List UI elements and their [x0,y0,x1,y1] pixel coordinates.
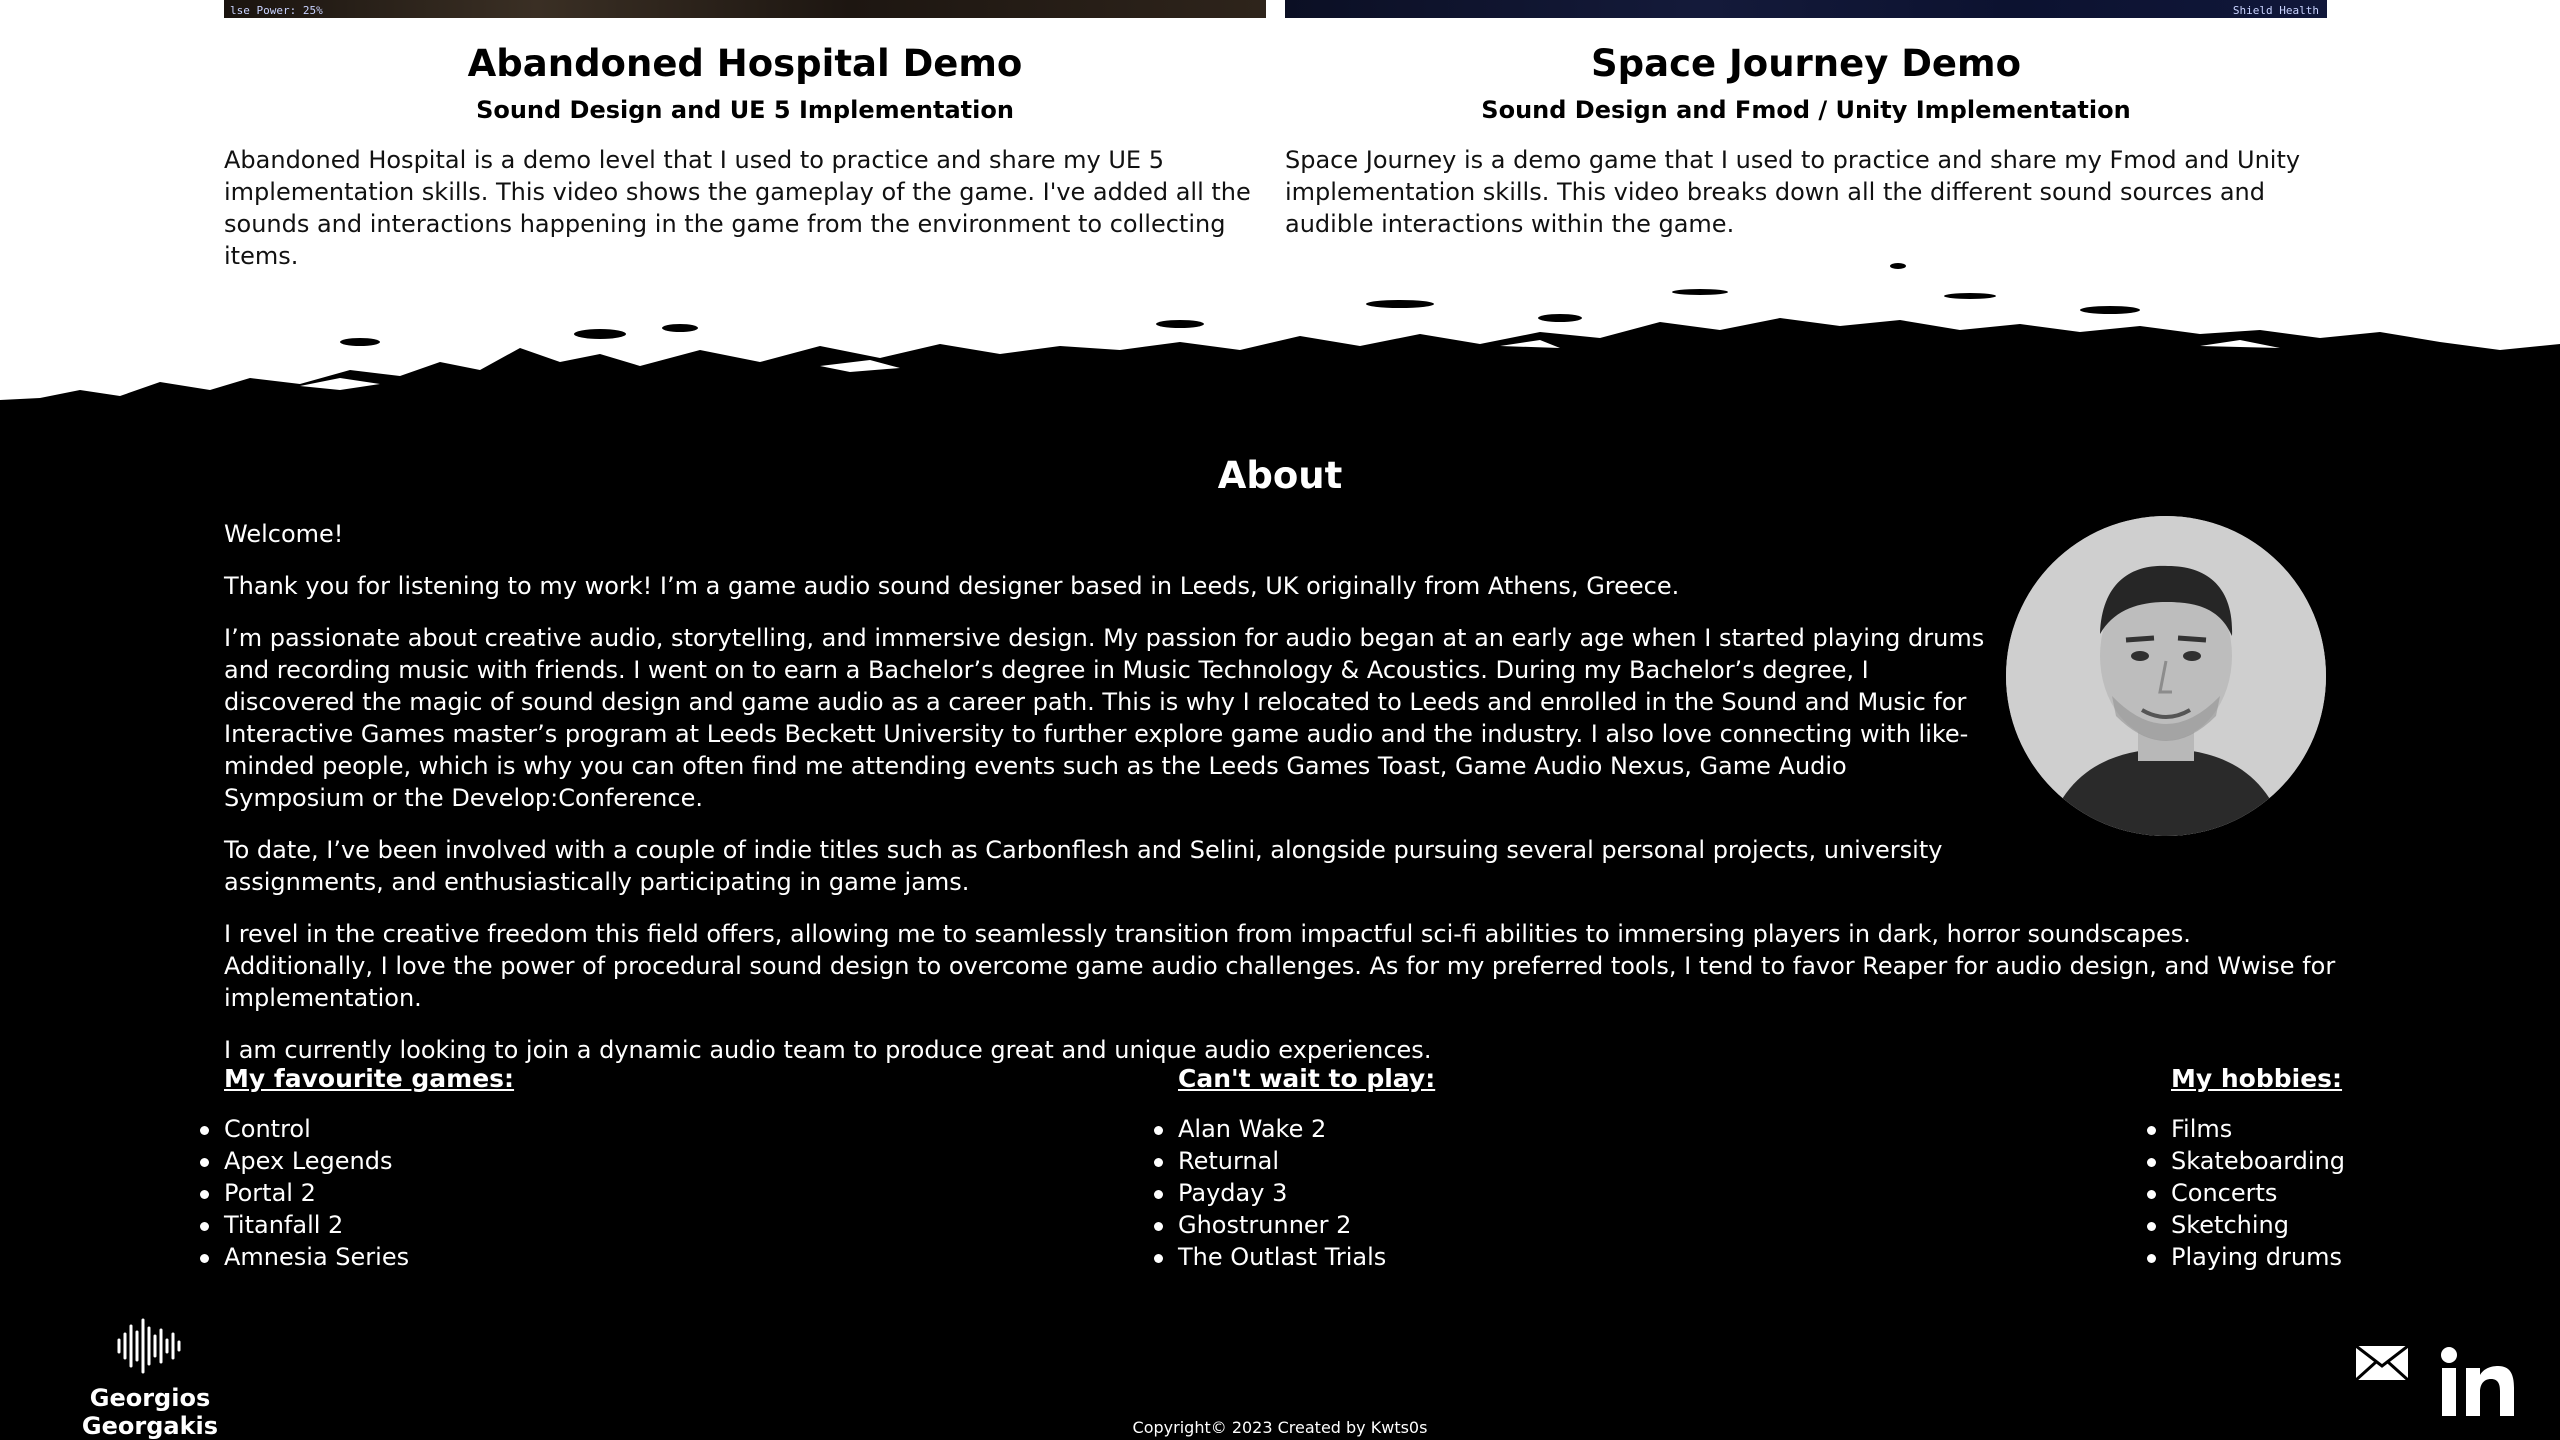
list-item: Payday 3 [1153,1177,1435,1209]
project-video-player[interactable]: Shield Health [1285,0,2327,18]
project-description: Space Journey is a demo game that I used… [1285,146,2301,239]
list-heading: My favourite games: [224,1064,515,1093]
profile-photo [2006,516,2326,836]
about-paragraph: Welcome! [224,520,344,548]
about-paragraph: To date, I’ve been involved with a coupl… [224,836,1943,896]
list-item: Playing drums [2146,1241,2345,1273]
project-card-space-journey: Shield Health Space Journey Demo Sound D… [1285,0,2327,240]
list-item: Skateboarding [2146,1147,2346,1175]
list-heading: My hobbies: [2171,1064,2343,1093]
list-item: Concerts [2146,1177,2345,1209]
project-title: Space Journey Demo [1591,42,2021,85]
about-section: About Welcome! Thank you for listening t… [0,400,2560,1440]
list-item: Returnal [1153,1145,1435,1177]
about-text: Welcome! Thank you for listening to my w… [224,518,2335,1086]
about-paragraph: I’m passionate about creative audio, sto… [224,624,1985,812]
list-item: Amnesia Series [199,1241,514,1273]
favourite-games-list: My favourite games: Control Apex Legends… [199,1064,515,1273]
about-paragraph: I revel in the creative freedom this fie… [224,920,2336,1012]
project-subtitle: Sound Design and UE 5 Implementation [476,96,1014,125]
cant-wait-to-play-list: Can't wait to play: Alan Wake 2 Returnal… [1153,1064,1436,1273]
soundwave-icon [117,1318,181,1374]
about-paragraph: I am currently looking to join a dynamic… [224,1036,1432,1064]
list-item: Titanfall 2 [199,1209,514,1241]
about-title: About [1217,454,1343,497]
torn-edge-divider [0,263,2560,410]
project-card-abandoned-hospital: lse Power: 25% Abandoned Hospital Demo S… [224,0,1266,272]
project-video-player[interactable]: lse Power: 25% [224,0,1266,18]
list-item: The Outlast Trials [1153,1241,1435,1273]
mail-icon[interactable] [2354,1342,2410,1386]
project-subtitle: Sound Design and Fmod / Unity Implementa… [1481,96,2131,125]
list-item: Ghostrunner 2 [1153,1209,1435,1241]
list-item: Films [2146,1113,2345,1145]
portrait-illustration [2006,516,2326,836]
linkedin-icon[interactable] [2440,1346,2516,1422]
copyright-text: Copyright© 2023 Created by Kwts0s [1132,1418,1428,1437]
about-paragraph: Thank you for listening to my work! I’m … [224,572,1680,600]
list-item: Apex Legends [199,1145,514,1177]
list-item: Portal 2 [199,1177,514,1209]
project-title: Abandoned Hospital Demo [467,42,1023,85]
list-item: Sketching [2146,1209,2345,1241]
list-heading: Can't wait to play: [1178,1064,1436,1093]
list-item: Control [199,1113,514,1145]
video-hud-text: Shield Health [2232,4,2319,17]
list-item: Alan Wake 2 [1153,1113,1435,1145]
hobbies-list: My hobbies: Films Skateboarding Concerts… [2146,1064,2346,1273]
video-hud-text: lse Power: 25% [230,4,323,17]
